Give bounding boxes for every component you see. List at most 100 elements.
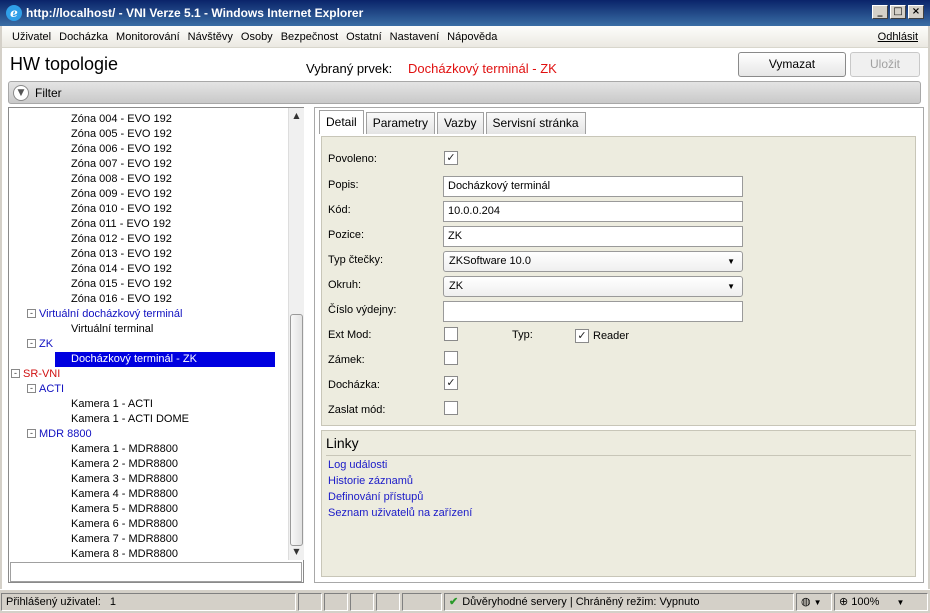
zone-menu[interactable]: ◍ ▼: [796, 593, 832, 611]
link-definovani-pristupu[interactable]: Definování přístupů: [328, 491, 423, 503]
tree-item[interactable]: Zóna 006 - EVO 192: [71, 142, 172, 157]
collapse-icon[interactable]: -: [27, 384, 36, 393]
delete-button[interactable]: Vymazat: [738, 52, 846, 77]
menu-item-navstevy[interactable]: Návštěvy: [184, 31, 237, 43]
ext-mod-checkbox[interactable]: [444, 327, 458, 341]
collapse-icon[interactable]: -: [11, 369, 20, 378]
tree-item[interactable]: Kamera 7 - MDR8800: [71, 532, 178, 547]
tree-item[interactable]: - SR-VNI: [11, 367, 60, 382]
menu-item-napoveda[interactable]: Nápověda: [443, 31, 501, 43]
maximize-icon[interactable]: □: [890, 5, 906, 19]
tree-item[interactable]: Kamera 1 - MDR8800: [71, 442, 178, 457]
menu-item-ostatni[interactable]: Ostatní: [342, 31, 385, 43]
attendance-checkbox[interactable]: ✓: [444, 376, 458, 390]
hw-tree-panel: Zóna 004 - EVO 192 Zóna 005 - EVO 192 Zóna…: [8, 107, 304, 583]
collapse-icon[interactable]: -: [27, 309, 36, 318]
tree-item[interactable]: Zóna 010 - EVO 192: [71, 202, 172, 217]
tree-item-selected[interactable]: Docházkový terminál - ZK: [55, 352, 275, 367]
status-cell: [350, 593, 374, 611]
tree-item[interactable]: Zóna 009 - EVO 192: [71, 187, 172, 202]
tree-item[interactable]: Zóna 011 - EVO 192: [71, 217, 171, 232]
hw-tree: Zóna 004 - EVO 192 Zóna 005 - EVO 192 Zóna…: [9, 108, 288, 560]
minimize-icon[interactable]: _: [872, 5, 888, 19]
tree-scrollbar[interactable]: ▲ ▼: [288, 108, 304, 560]
save-button[interactable]: Uložit: [850, 52, 920, 77]
description-input[interactable]: Docházkový terminál: [443, 176, 743, 197]
tree-item[interactable]: - Virtuální docházkový terminál: [27, 307, 182, 322]
tree-item[interactable]: Zóna 013 - EVO 192: [71, 247, 172, 262]
tree-item-label: Zóna 016 - EVO 192: [71, 293, 172, 305]
tree-item[interactable]: Kamera 5 - MDR8800: [71, 502, 178, 517]
menu-item-dochazka[interactable]: Docházka: [55, 31, 112, 43]
logout-link[interactable]: Odhlásit: [878, 31, 918, 43]
ext-mod-label: Ext Mod:: [328, 329, 372, 341]
tree-item[interactable]: Kamera 6 - MDR8800: [71, 517, 178, 532]
send-mode-label: Zaslat mód:: [328, 404, 386, 416]
collapse-icon[interactable]: -: [27, 339, 36, 348]
send-mode-checkbox[interactable]: [444, 401, 458, 415]
tree-item[interactable]: Kamera 1 - ACTI DOME: [71, 412, 189, 427]
circuit-label: Okruh:: [328, 279, 362, 291]
menu-item-bezpecnost[interactable]: Bezpečnost: [277, 31, 342, 43]
collapse-icon[interactable]: -: [27, 429, 36, 438]
menu-item-nastaveni[interactable]: Nastavení: [386, 31, 444, 43]
scroll-thumb[interactable]: [290, 314, 303, 546]
window-controls: _ □ ×: [872, 5, 924, 19]
enabled-label: Povoleno:: [328, 153, 377, 165]
link-historie-zaznamu[interactable]: Historie záznamů: [328, 475, 413, 487]
tree-item[interactable]: Kamera 3 - MDR8800: [71, 472, 178, 487]
zoom-control[interactable]: ⊕ 100% ▼: [834, 593, 928, 611]
close-icon[interactable]: ×: [908, 5, 924, 19]
circuit-select[interactable]: ZK ▼: [443, 276, 743, 297]
tree-item-label: Kamera 1 - ACTI DOME: [71, 413, 189, 425]
menu-item-monitorovani[interactable]: Monitorování: [112, 31, 184, 43]
tab-vazby[interactable]: Vazby: [437, 112, 484, 134]
dispense-input[interactable]: [443, 301, 743, 322]
tree-item-label: Kamera 6 - MDR8800: [71, 518, 178, 530]
tree-item[interactable]: Kamera 2 - MDR8800: [71, 457, 178, 472]
tree-item[interactable]: Kamera 1 - ACTI: [71, 397, 153, 412]
link-log-udalosti[interactable]: Log události: [328, 459, 387, 471]
tree-item[interactable]: Zóna 007 - EVO 192: [71, 157, 172, 172]
tab-detail[interactable]: Detail: [319, 110, 364, 134]
tree-item[interactable]: Zóna 012 - EVO 192: [71, 232, 172, 247]
page-title: HW topologie: [10, 54, 119, 74]
tree-item[interactable]: - MDR 8800: [27, 427, 92, 442]
lock-checkbox[interactable]: [444, 351, 458, 365]
tree-search-input[interactable]: [10, 562, 302, 582]
tab-parametry[interactable]: Parametry: [365, 112, 436, 134]
link-seznam-uzivatelu[interactable]: Seznam uživatelů na zařízení: [328, 507, 472, 519]
reader-type-select[interactable]: ZKSoftware 10.0 ▼: [443, 251, 743, 272]
scroll-down-icon[interactable]: ▼: [289, 544, 304, 560]
position-input[interactable]: ZK: [443, 226, 743, 247]
filter-bar[interactable]: ▼ Filter: [8, 81, 921, 104]
tab-servisni-stranka[interactable]: Servisní stránka: [485, 112, 586, 134]
tree-item[interactable]: Virtuální terminal: [71, 322, 153, 337]
scroll-up-icon[interactable]: ▲: [289, 108, 304, 124]
tree-item[interactable]: Zóna 015 - EVO 192: [71, 277, 172, 292]
code-input[interactable]: 10.0.0.204: [443, 201, 743, 222]
tree-item-label: Kamera 1 - ACTI: [71, 398, 153, 410]
tree-item-label: Zóna 014 - EVO 192: [71, 263, 172, 275]
chevron-down-icon: ▼: [727, 257, 735, 266]
status-cell: [402, 593, 442, 611]
tree-item[interactable]: Zóna 008 - EVO 192: [71, 172, 172, 187]
reader-checkbox[interactable]: ✓: [575, 329, 589, 343]
selected-item-value: Docházkový terminál - ZK: [408, 61, 557, 76]
tree-item[interactable]: Zóna 016 - EVO 192: [71, 292, 172, 307]
tree-item[interactable]: Kamera 4 - MDR8800: [71, 487, 178, 502]
chevron-down-icon[interactable]: ▼: [13, 84, 29, 101]
status-cell: [376, 593, 400, 611]
tree-item[interactable]: Zóna 004 - EVO 192: [71, 112, 172, 127]
menu-bar: Uživatel Docházka Monitorování Návštěvy …: [2, 26, 928, 48]
enabled-checkbox[interactable]: ✓: [444, 151, 458, 165]
tree-item[interactable]: Zóna 005 - EVO 192: [71, 127, 172, 142]
tree-item-label: Virtuální terminal: [71, 323, 154, 335]
tree-item-label: Zóna 007 - EVO 192: [71, 158, 172, 170]
tree-item[interactable]: Kamera 8 - MDR8800: [71, 547, 178, 560]
tree-item[interactable]: - ZK: [27, 337, 53, 352]
tree-item[interactable]: Zóna 014 - EVO 192: [71, 262, 172, 277]
menu-item-osoby[interactable]: Osoby: [237, 31, 277, 43]
menu-item-uzivatel[interactable]: Uživatel: [8, 31, 55, 43]
tree-item[interactable]: - ACTI: [27, 382, 64, 397]
